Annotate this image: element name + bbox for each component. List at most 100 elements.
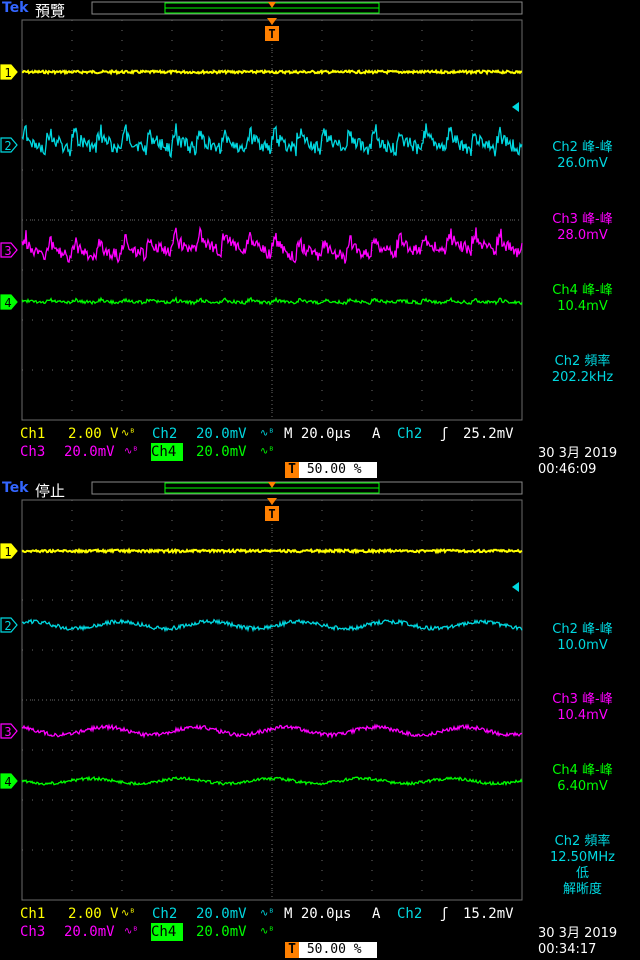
measurement-value: 28.0mV (557, 228, 608, 243)
ch2-scale: 20.0mV (196, 426, 247, 442)
acquisition-mode: 停止 (35, 482, 66, 500)
bandwidth-limit-icon: ∿ᴮ (260, 428, 275, 439)
measurement-label: Ch2 頻率 (554, 354, 611, 369)
scope-screen-stopped: T 1 2 3 4 Tek 停止 Ch2 峰-峰 10.0mV Ch3 峰-峰 10.4… (0, 480, 640, 960)
ch1-label: Ch1 (20, 426, 46, 442)
trigger-marker-arrow (267, 18, 277, 25)
trigger-source: Ch2 (397, 426, 423, 442)
measurement-label: Ch4 峰-峰 (552, 763, 613, 778)
date: 30 3月 2019 (538, 446, 618, 461)
measurement-label: Ch4 峰-峰 (552, 283, 613, 298)
measurement-ch2-freq: Ch2 頻率 12.50MHz 低 解晰度 (525, 834, 640, 898)
time: 00:34:17 (538, 942, 597, 957)
ch4-label: Ch4 (151, 923, 183, 941)
measurement-value: 10.4mV (557, 708, 608, 723)
bandwidth-limit-icon: ∿ᴮ (124, 926, 139, 937)
timebase: M 20.0µs (284, 906, 352, 922)
trigger-position: T 50.00 % (285, 942, 377, 958)
trigger-marker-arrow (267, 498, 277, 505)
ch2-label: Ch2 (152, 906, 178, 922)
date-time: 30 3月 2019 00:34:17 (538, 926, 617, 958)
measurement-label: Ch3 峰-峰 (552, 692, 613, 707)
timebase: M 20.0µs (284, 426, 352, 442)
measurement-ch3-pk2pk: Ch3 峰-峰 28.0mV (525, 212, 640, 244)
trigger-position: T 50.00 % (285, 462, 377, 478)
measurement-label: Ch2 峰-峰 (552, 622, 613, 637)
bandwidth-limit-icon: ∿ᴮ (121, 428, 136, 439)
ch2-scale: 20.0mV (196, 906, 247, 922)
ch4-label: Ch4 (151, 443, 183, 461)
measurement-note: 低 (575, 866, 589, 881)
trigger-level-arrow (512, 582, 519, 592)
measurement-ch4-pk2pk: Ch4 峰-峰 10.4mV (525, 283, 640, 315)
trigger-marker-label: T (268, 27, 275, 41)
ch4-scale: 20.0mV (196, 444, 247, 460)
ch3-marker-label: 3 (4, 244, 11, 258)
measurement-value: 202.2kHz (551, 370, 614, 385)
bandwidth-limit-icon: ∿ᴮ (260, 446, 275, 457)
time: 00:46:09 (538, 462, 597, 477)
measurement-ch2-freq: Ch2 頻率 202.2kHz (525, 354, 640, 386)
measurement-ch2-pk2pk: Ch2 峰-峰 10.0mV (525, 622, 640, 654)
ch4-marker-label: 4 (4, 296, 11, 310)
measurement-note: 解晰度 (562, 882, 602, 897)
bandwidth-limit-icon: ∿ᴮ (260, 908, 275, 919)
ch2-marker-label: 2 (4, 619, 11, 633)
ch3-label: Ch3 (20, 924, 46, 940)
measurement-value: 10.0mV (557, 638, 608, 653)
traces (21, 68, 523, 306)
ch4-scale: 20.0mV (196, 924, 247, 940)
bandwidth-limit-icon: ∿ᴮ (121, 908, 136, 919)
measurement-value: 6.40mV (557, 779, 608, 794)
trigger-level: 15.2mV (463, 906, 514, 922)
ch1-marker-label: 1 (4, 66, 11, 80)
ch3-marker-label: 3 (4, 725, 11, 739)
trigger-level-arrow (512, 102, 519, 112)
bandwidth-limit-icon: ∿ᴮ (124, 446, 139, 457)
ch3-scale: 20.0mV (64, 924, 115, 940)
brand-logo: Tek (2, 0, 29, 16)
graticule (21, 499, 523, 901)
measurement-label: Ch2 峰-峰 (552, 140, 613, 155)
ch3-trace (21, 723, 523, 740)
markers: T 1 2 3 4 (0, 481, 523, 789)
ch2-label: Ch2 (152, 426, 178, 442)
scope-screen-preview: T 1 2 3 4 Tek 預覽 Ch2 峰-峰 26.0mV Ch3 峰-峰 28.0… (0, 0, 640, 480)
date: 30 3月 2019 (538, 926, 618, 941)
acquisition-indicator: A (372, 906, 381, 922)
measurement-ch2-pk2pk: Ch2 峰-峰 26.0mV (525, 140, 640, 172)
trigger-position-value: 50.00 % (306, 942, 362, 957)
trigger-icon: T (285, 462, 299, 478)
ch1-scale: 2.00 V (68, 906, 119, 922)
measurement-label: Ch2 頻率 (554, 834, 611, 849)
ch1-trace (21, 547, 523, 555)
rising-edge-icon: ʃ (440, 906, 449, 922)
measurement-value: 26.0mV (557, 156, 608, 171)
measurement-ch3-pk2pk: Ch3 峰-峰 10.4mV (525, 692, 640, 724)
graticule (21, 19, 523, 421)
ch1-marker-label: 1 (4, 545, 11, 559)
status-bar: Tek 停止 (0, 480, 640, 500)
bandwidth-limit-icon: ∿ᴮ (260, 926, 275, 937)
date-time: 30 3月 2019 00:46:09 (538, 446, 617, 478)
measurement-value: 10.4mV (557, 299, 608, 314)
brand-logo: Tek (2, 480, 29, 496)
measurement-label: Ch3 峰-峰 (552, 212, 613, 227)
ch3-label: Ch3 (20, 444, 46, 460)
ch2-marker-label: 2 (4, 139, 11, 153)
measurement-value: 12.50MHz (549, 850, 616, 865)
trigger-position-value: 50.00 % (306, 462, 362, 477)
ch4-trace (21, 295, 523, 306)
trigger-source: Ch2 (397, 906, 423, 922)
ch1-scale: 2.00 V (68, 426, 119, 442)
ch4-marker-label: 4 (4, 775, 11, 789)
trigger-marker-label: T (268, 507, 275, 521)
trigger-level: 25.2mV (463, 426, 514, 442)
acquisition-mode: 預覽 (35, 2, 66, 20)
acquisition-indicator: A (372, 426, 381, 442)
rising-edge-icon: ʃ (440, 426, 449, 442)
ch3-scale: 20.0mV (64, 444, 115, 460)
trigger-icon: T (285, 942, 299, 958)
measurement-ch4-pk2pk: Ch4 峰-峰 6.40mV (525, 763, 640, 795)
ch1-label: Ch1 (20, 906, 46, 922)
